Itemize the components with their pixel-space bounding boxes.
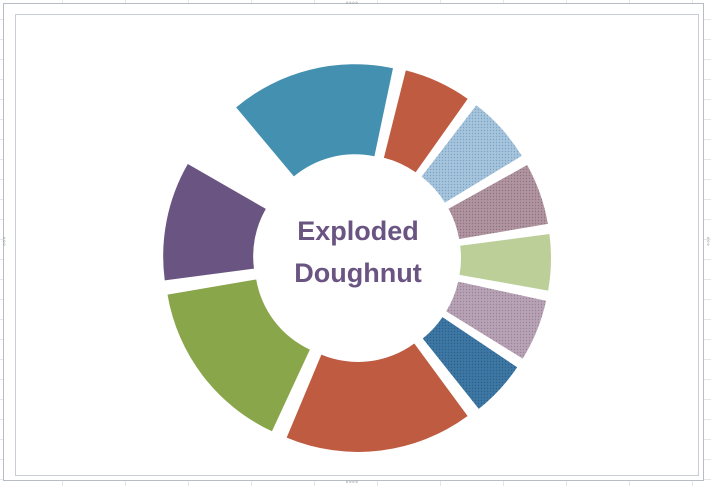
doughnut-slice-9[interactable]: [167, 279, 310, 432]
doughnut-slice-10[interactable]: [163, 164, 266, 281]
doughnut-slice-5[interactable]: [459, 234, 551, 291]
chart-title-line-1: Exploded: [297, 216, 419, 246]
chart-title-line-2: Doughnut: [294, 258, 421, 288]
doughnut-chart: Exploded Doughnut: [163, 64, 551, 452]
doughnut-slice-1[interactable]: [236, 64, 393, 177]
